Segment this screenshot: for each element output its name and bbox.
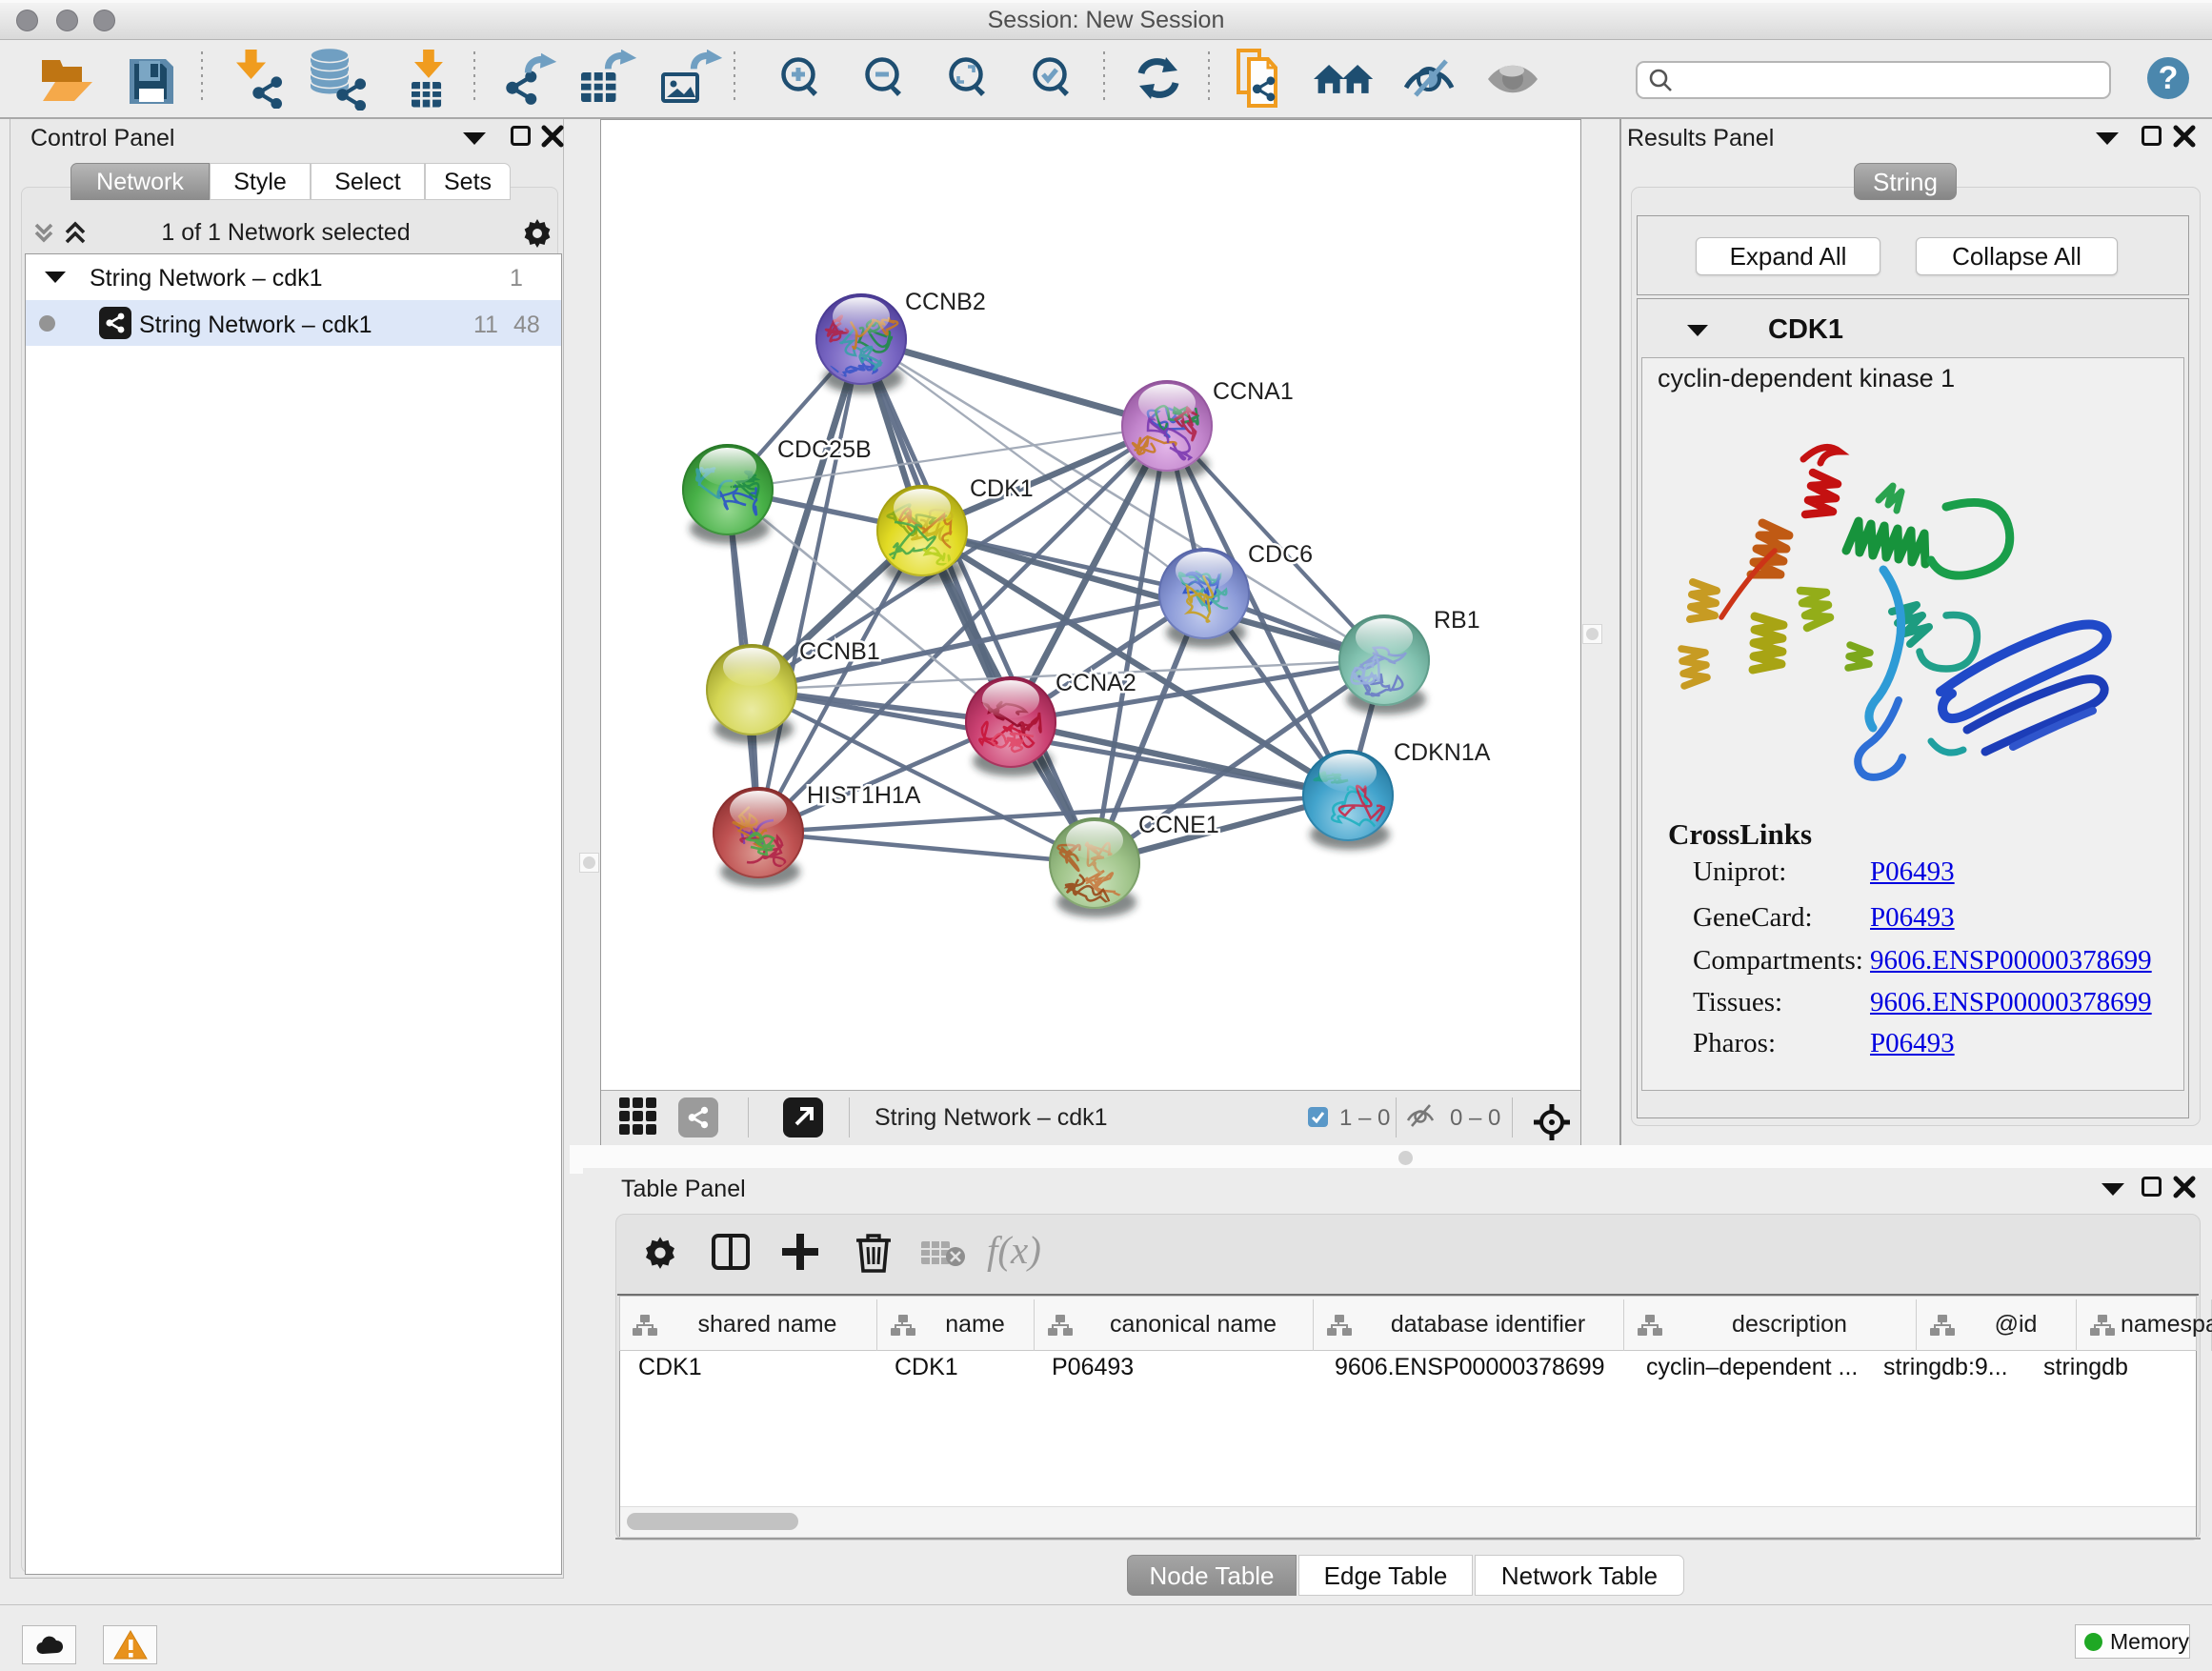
svg-text:CCNB1: CCNB1 <box>799 638 880 665</box>
svg-text:CCNE1: CCNE1 <box>1138 812 1219 838</box>
svg-text:CDC25B: CDC25B <box>777 436 872 463</box>
svg-text:CDC6: CDC6 <box>1248 541 1313 568</box>
svg-text:HIST1H1A: HIST1H1A <box>807 782 921 809</box>
svg-text:CCNA2: CCNA2 <box>1056 670 1136 696</box>
svg-text:CCNA1: CCNA1 <box>1213 378 1294 405</box>
svg-text:CDKN1A: CDKN1A <box>1394 739 1491 766</box>
svg-text:RB1: RB1 <box>1434 607 1480 634</box>
svg-text:CDK1: CDK1 <box>970 475 1034 502</box>
svg-text:CCNB2: CCNB2 <box>905 289 986 315</box>
